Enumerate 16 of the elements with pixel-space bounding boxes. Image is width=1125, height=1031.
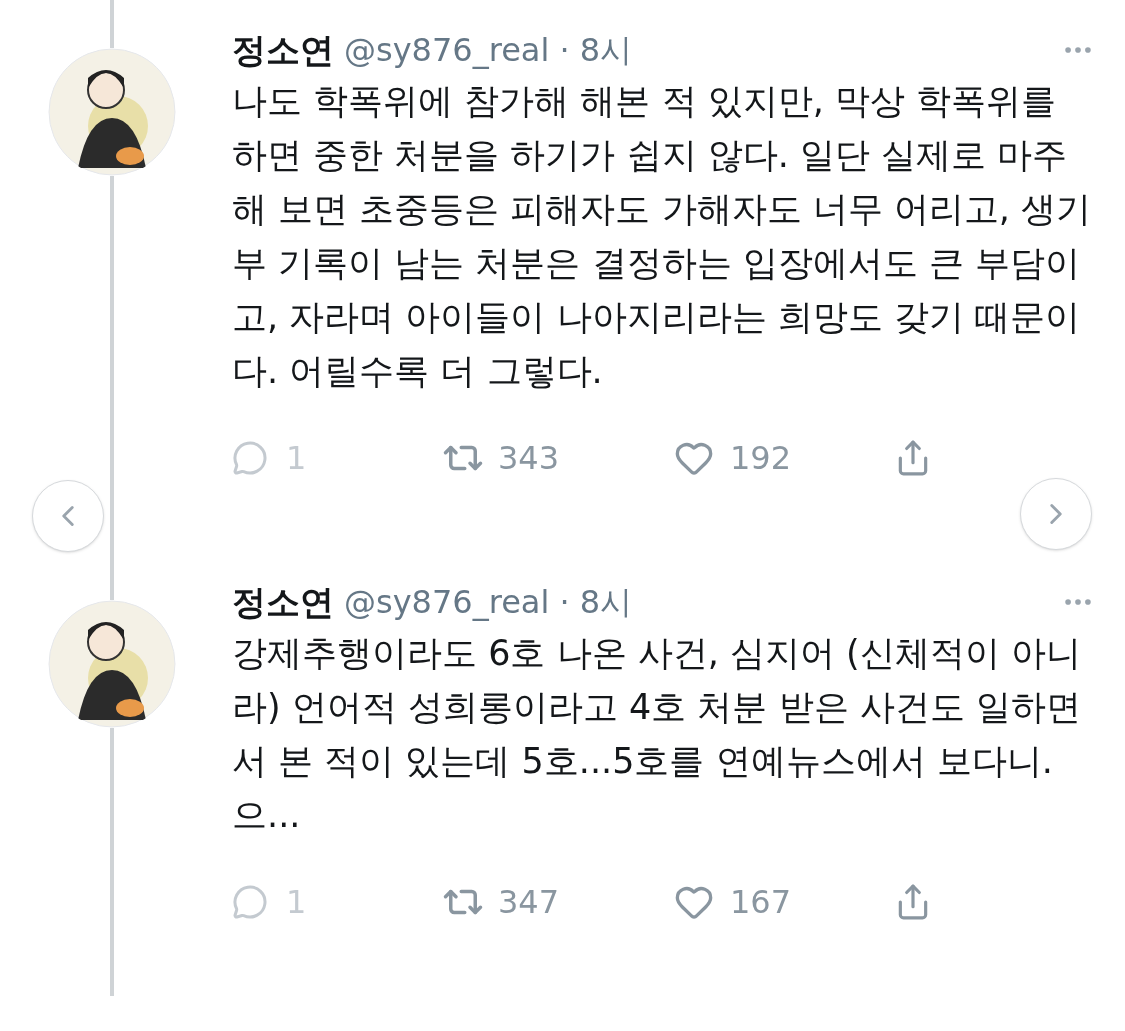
user-name: 정소연 [232, 29, 334, 72]
user-handle: @sy876_real · 8시 [344, 30, 633, 71]
tweet-text: 나도 학폭위에 참가해 해본 적 있지만, 막상 학폭위를 하면 중한 처분을 하기가 쉽지 않다. 일단 실제로 마주해 보면 초중등은 피해자도 가해자도 너무 어리고, 생기부 기록이 남는 처분은 결정하는 입장에서도 큰 부담이고, 자라며 아이들이 나아지리라는 희망도 갖기 때문이다. 어릴수록 더 그렇다. [232, 80, 1092, 393]
next-button[interactable] [1020, 478, 1092, 550]
reply-button[interactable]: 1 [232, 434, 442, 482]
user-name: 정소연 [232, 581, 334, 624]
reply-button[interactable]: 1 [232, 878, 442, 926]
retweet-button[interactable]: 347 [442, 878, 674, 926]
like-button[interactable]: 167 [674, 878, 894, 926]
tweet-text: 강제추행이라도 6호 나온 사건, 심지어 (신체적이 아니라) 언어적 성희롱이라고 4호 처분 받은 사건도 일하면서 본 적이 있는데 5호...5호를 연예뉴스에서 보다니. 으... [232, 632, 1082, 837]
retweet-button[interactable]: 343 [442, 434, 674, 482]
previous-button[interactable] [32, 480, 104, 552]
reply-icon [232, 884, 268, 920]
reply-icon [232, 440, 268, 476]
user-handle: @sy876_real · 8시 [344, 582, 633, 623]
like-button[interactable]: 192 [674, 434, 894, 482]
